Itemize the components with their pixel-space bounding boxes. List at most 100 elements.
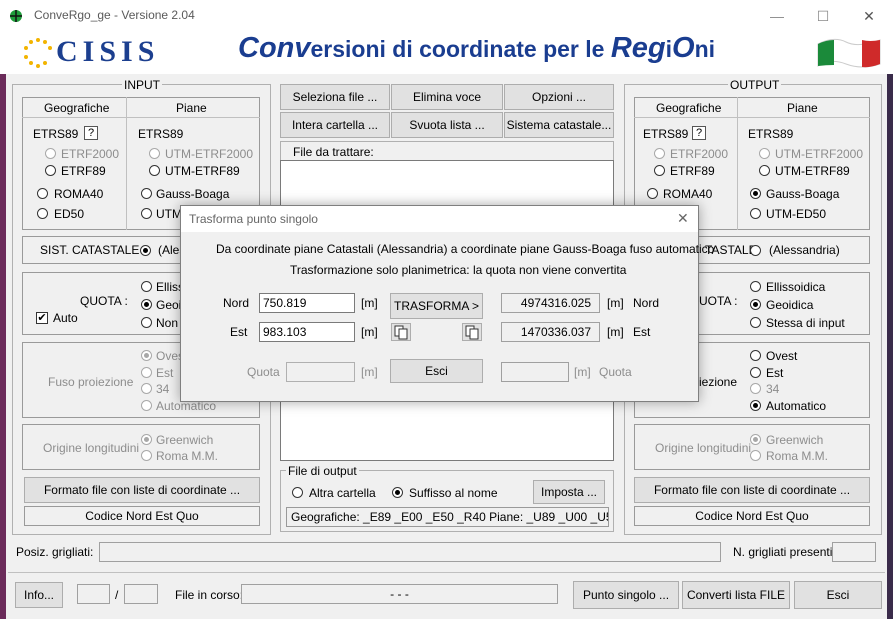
converti-lista-button[interactable]: Converti lista FILE bbox=[682, 581, 790, 609]
output-roma-mm-radio[interactable] bbox=[750, 450, 761, 461]
input-catastale-radio[interactable] bbox=[140, 245, 151, 256]
dialog-description-1: Da coordinate piane Catastali (Alessandr… bbox=[216, 242, 715, 256]
output-geo-roma40-radio[interactable] bbox=[647, 188, 658, 199]
input-fuso-ovest-radio[interactable] bbox=[141, 350, 152, 361]
output-utm-etrf2000-radio[interactable] bbox=[759, 148, 770, 159]
output-help-button[interactable]: ? bbox=[692, 126, 706, 140]
input-fuso-34-radio[interactable] bbox=[141, 383, 152, 394]
output-quota-stessa-radio[interactable] bbox=[750, 317, 761, 328]
sistema-catastale-button[interactable]: Sistema catastale... bbox=[504, 112, 614, 138]
output-quota-ellis-radio[interactable] bbox=[750, 281, 761, 292]
input-fuso-est-label: Est bbox=[156, 366, 174, 380]
suffisso-radio[interactable] bbox=[392, 487, 403, 498]
output-fuso-est-radio[interactable] bbox=[750, 367, 761, 378]
input-quota-label: QUOTA : bbox=[80, 294, 128, 308]
nord-label: Nord bbox=[223, 296, 250, 310]
banner-title-part: O bbox=[672, 32, 695, 64]
output-catastale-radio[interactable] bbox=[750, 245, 761, 256]
est-input[interactable]: 983.103 bbox=[259, 322, 355, 342]
input-gauss-boaga-radio[interactable] bbox=[141, 188, 152, 199]
input-utm-etrf89-radio[interactable] bbox=[149, 165, 160, 176]
input-geo-ed50-radio[interactable] bbox=[37, 208, 48, 219]
punto-singolo-button[interactable]: Punto singolo ... bbox=[573, 581, 679, 609]
nord-out-unit: [m] bbox=[607, 296, 624, 310]
output-formato-button[interactable]: Formato file con liste di coordinate ... bbox=[634, 477, 870, 503]
input-auto-checkbox[interactable]: ✔ bbox=[36, 312, 48, 324]
nord-input[interactable]: 750.819 bbox=[259, 293, 355, 313]
output-geo-etrf89-radio[interactable] bbox=[654, 165, 665, 176]
dialog-description-2: Trasformazione solo planimetrica: la quo… bbox=[290, 263, 627, 277]
input-geo-etrf89-radio[interactable] bbox=[45, 165, 56, 176]
imposta-button[interactable]: Imposta ... bbox=[533, 480, 605, 504]
input-quota-non-radio[interactable] bbox=[141, 317, 152, 328]
seleziona-file-button[interactable]: Seleziona file ... bbox=[280, 84, 390, 110]
progress-total-field bbox=[124, 584, 158, 604]
dialog-close-button[interactable]: ✕ bbox=[677, 210, 689, 227]
input-tab-geografiche[interactable]: Geografiche bbox=[44, 101, 109, 115]
esci-main-button[interactable]: Esci bbox=[794, 581, 882, 609]
est-output: 1470336.037 bbox=[501, 322, 600, 342]
quota-out-unit: [m] bbox=[574, 365, 591, 379]
output-origine-label: Origine longitudini bbox=[655, 441, 752, 455]
input-gauss-boaga-label: Gauss-Boaga bbox=[156, 187, 230, 201]
banner: CISIS Conversioni di coordinate per le R… bbox=[0, 32, 893, 74]
maximize-button[interactable]: ☐ bbox=[800, 0, 846, 32]
output-geo-etrs89-label: ETRS89 bbox=[643, 127, 689, 141]
input-geo-etrf2000-radio[interactable] bbox=[45, 148, 56, 159]
output-fuso-auto-radio[interactable] bbox=[750, 400, 761, 411]
input-utm-etrf89-label: UTM-ETRF89 bbox=[165, 164, 240, 178]
intera-cartella-button[interactable]: Intera cartella ... bbox=[280, 112, 390, 138]
input-utm-etrf2000-radio[interactable] bbox=[149, 148, 160, 159]
input-fuso-label: Fuso proiezione bbox=[48, 375, 134, 389]
input-utm-label: UTM bbox=[156, 207, 182, 221]
output-tab-piane[interactable]: Piane bbox=[787, 101, 818, 115]
input-geo-roma40-label: ROMA40 bbox=[54, 187, 104, 201]
close-button[interactable]: ✕ bbox=[846, 0, 892, 32]
output-tab-geografiche[interactable]: Geografiche bbox=[656, 101, 721, 115]
copy-output-icon[interactable] bbox=[462, 323, 482, 341]
minimize-button[interactable]: — bbox=[754, 0, 800, 32]
svuota-lista-button[interactable]: Svuota lista ... bbox=[391, 112, 503, 138]
output-fuso-34-radio[interactable] bbox=[750, 383, 761, 394]
quota-input[interactable] bbox=[286, 362, 355, 382]
input-piane-etrs89-label: ETRS89 bbox=[138, 127, 184, 141]
elimina-voce-button[interactable]: Elimina voce bbox=[391, 84, 503, 110]
est-out-label: Est bbox=[633, 325, 651, 339]
input-quota-geoid-radio[interactable] bbox=[141, 299, 152, 310]
input-roma-mm-radio[interactable] bbox=[141, 450, 152, 461]
input-quota-ellis-radio[interactable] bbox=[141, 281, 152, 292]
output-fuso-ovest-radio[interactable] bbox=[750, 350, 761, 361]
info-button[interactable]: Info... bbox=[15, 582, 63, 608]
output-geo-etrf2000-radio[interactable] bbox=[654, 148, 665, 159]
input-greenwich-radio[interactable] bbox=[141, 434, 152, 445]
output-fuso-label: iezione bbox=[699, 375, 738, 389]
altra-cartella-radio[interactable] bbox=[292, 487, 303, 498]
input-fuso-est-radio[interactable] bbox=[141, 367, 152, 378]
input-utm-radio[interactable] bbox=[141, 208, 152, 219]
input-geo-etrf2000-label: ETRF2000 bbox=[61, 147, 120, 161]
input-tab-piane[interactable]: Piane bbox=[176, 101, 207, 115]
file-in-corso-label: File in corso: bbox=[175, 588, 244, 602]
copy-input-icon[interactable] bbox=[391, 323, 411, 341]
output-greenwich-radio[interactable] bbox=[750, 434, 761, 445]
input-geo-roma40-radio[interactable] bbox=[37, 188, 48, 199]
output-utm-etrf89-radio[interactable] bbox=[759, 165, 770, 176]
quota-label: Quota bbox=[247, 365, 280, 379]
nord-output: 4974316.025 bbox=[501, 293, 600, 313]
output-gauss-boaga-radio[interactable] bbox=[750, 188, 761, 199]
output-utm-etrf89-label: UTM-ETRF89 bbox=[775, 164, 850, 178]
banner-title-part: ni bbox=[694, 36, 716, 62]
input-catastale-label: SIST. CATASTALE bbox=[40, 243, 140, 257]
dialog-esci-button[interactable]: Esci bbox=[390, 359, 483, 383]
input-geo-etrs89-label: ETRS89 bbox=[33, 127, 79, 141]
opzioni-button[interactable]: Opzioni ... bbox=[504, 84, 614, 110]
trasforma-button[interactable]: TRASFORMA > bbox=[390, 293, 483, 319]
est-label: Est bbox=[230, 325, 248, 339]
output-quota-geoid-radio[interactable] bbox=[750, 299, 761, 310]
input-auto-label: Auto bbox=[53, 311, 78, 325]
banner-title: Conversioni di coordinate per le RegiOni bbox=[238, 32, 715, 65]
input-fuso-auto-radio[interactable] bbox=[141, 400, 152, 411]
output-utm-ed50-radio[interactable] bbox=[750, 208, 761, 219]
input-formato-button[interactable]: Formato file con liste di coordinate ... bbox=[24, 477, 260, 503]
input-help-button[interactable]: ? bbox=[84, 126, 98, 140]
